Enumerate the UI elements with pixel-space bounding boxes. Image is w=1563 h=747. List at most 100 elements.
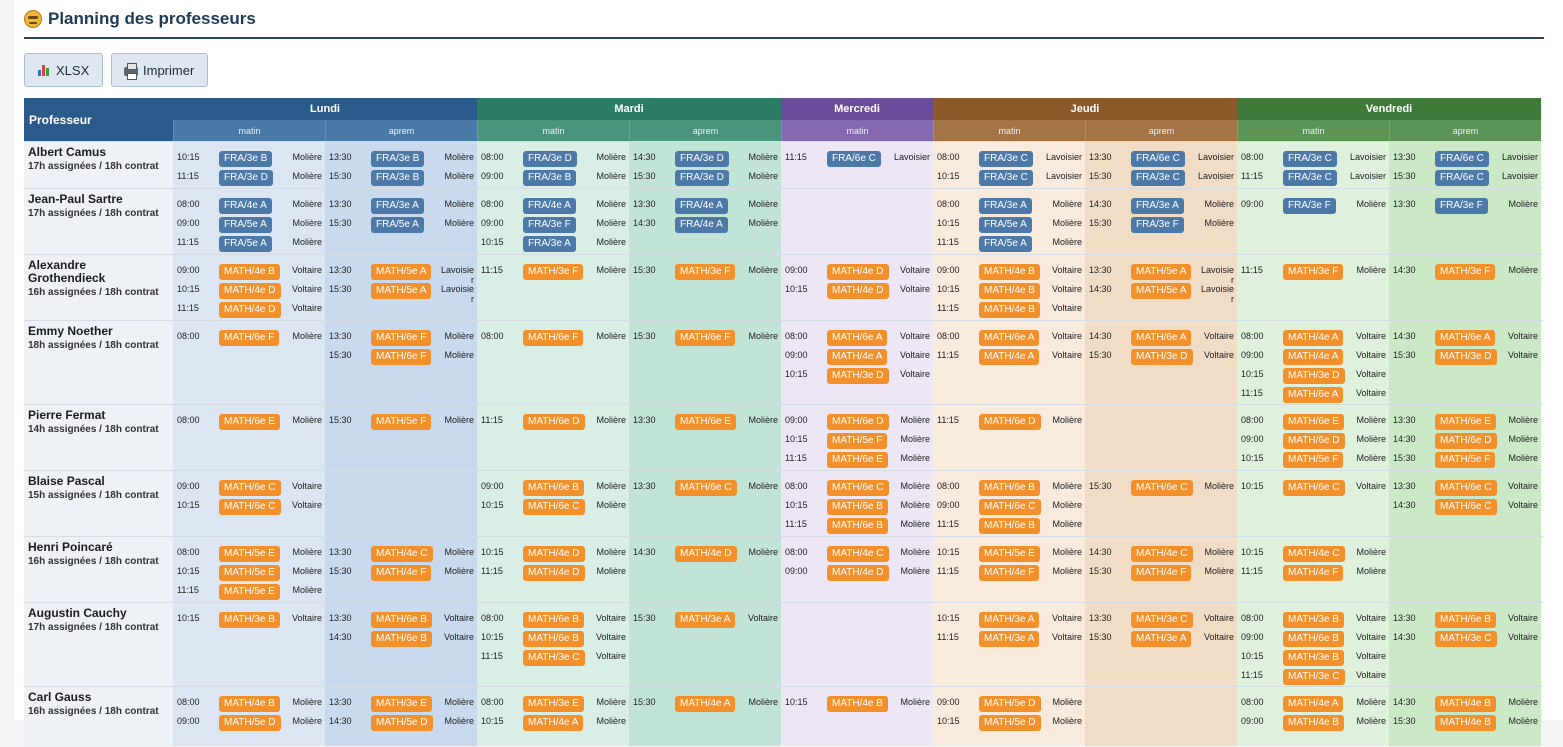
class-badge[interactable]: FRA/3e B (219, 151, 273, 167)
class-badge[interactable]: MATH/5e D (979, 696, 1041, 712)
class-badge[interactable]: MATH/4e D (827, 264, 889, 280)
class-badge[interactable]: MATH/4e B (219, 264, 280, 280)
class-badge[interactable]: MATH/6e B (371, 631, 432, 647)
class-badge[interactable]: FRA/6e C (827, 151, 881, 167)
class-badge[interactable]: MATH/6e A (979, 330, 1040, 346)
class-badge[interactable]: MATH/6e C (1435, 499, 1497, 515)
export-xlsx-button[interactable]: XLSX (24, 53, 103, 87)
class-badge[interactable]: FRA/4e A (675, 198, 728, 214)
class-badge[interactable]: FRA/4e A (219, 198, 272, 214)
class-badge[interactable]: MATH/5e E (979, 546, 1040, 562)
class-badge[interactable]: MATH/3e F (675, 264, 736, 280)
class-badge[interactable]: FRA/5e A (371, 217, 424, 233)
class-badge[interactable]: MATH/4e B (979, 264, 1040, 280)
class-badge[interactable]: MATH/6e B (979, 518, 1040, 534)
class-badge[interactable]: MATH/4e D (523, 546, 585, 562)
class-badge[interactable]: MATH/6e F (523, 330, 584, 346)
class-badge[interactable]: MATH/3e C (1435, 631, 1497, 647)
class-badge[interactable]: MATH/4e F (1131, 565, 1192, 581)
class-badge[interactable]: FRA/3e B (523, 170, 577, 186)
class-badge[interactable]: MATH/6e B (523, 612, 584, 628)
class-badge[interactable]: MATH/4e C (827, 546, 889, 562)
class-badge[interactable]: FRA/3e C (979, 151, 1033, 167)
class-badge[interactable]: FRA/3e D (219, 170, 273, 186)
class-badge[interactable]: MATH/6e B (979, 480, 1040, 496)
class-badge[interactable]: MATH/3e A (979, 612, 1040, 628)
class-badge[interactable]: MATH/4e D (827, 565, 889, 581)
class-badge[interactable]: MATH/4e A (1283, 330, 1344, 346)
class-badge[interactable]: MATH/5e E (219, 546, 280, 562)
class-badge[interactable]: FRA/6e C (1435, 170, 1489, 186)
class-badge[interactable]: MATH/3e B (219, 612, 280, 628)
class-badge[interactable]: MATH/6e B (827, 499, 888, 515)
class-badge[interactable]: MATH/6e F (371, 349, 432, 365)
class-badge[interactable]: MATH/5e A (371, 264, 432, 280)
class-badge[interactable]: FRA/3e F (1131, 217, 1184, 233)
class-badge[interactable]: MATH/6e A (1435, 330, 1496, 346)
class-badge[interactable]: MATH/3e D (1131, 349, 1193, 365)
class-badge[interactable]: FRA/3e B (371, 151, 425, 167)
class-badge[interactable]: FRA/5e A (979, 217, 1032, 233)
class-badge[interactable]: MATH/6e B (827, 518, 888, 534)
class-badge[interactable]: MATH/5e D (371, 715, 433, 731)
class-badge[interactable]: MATH/6e B (523, 480, 584, 496)
class-badge[interactable]: MATH/4e B (827, 696, 888, 712)
class-badge[interactable]: FRA/3e F (1283, 198, 1336, 214)
class-badge[interactable]: FRA/3e A (523, 236, 576, 252)
class-badge[interactable]: MATH/6e E (1435, 414, 1496, 430)
class-badge[interactable]: MATH/5e D (219, 715, 281, 731)
class-badge[interactable]: MATH/4e B (1435, 715, 1496, 731)
class-badge[interactable]: MATH/3e E (371, 696, 432, 712)
class-badge[interactable]: FRA/4e A (675, 217, 728, 233)
class-badge[interactable]: MATH/6e E (219, 414, 280, 430)
class-badge[interactable]: FRA/3e D (675, 151, 729, 167)
class-badge[interactable]: MATH/3e D (1283, 368, 1345, 384)
class-badge[interactable]: MATH/6e C (1283, 480, 1345, 496)
class-badge[interactable]: FRA/3e C (1283, 151, 1337, 167)
class-badge[interactable]: MATH/4e C (371, 546, 433, 562)
class-badge[interactable]: FRA/3e A (979, 198, 1032, 214)
class-badge[interactable]: MATH/3e C (1131, 612, 1193, 628)
class-badge[interactable]: MATH/6e A (1131, 330, 1192, 346)
class-badge[interactable]: FRA/3e A (1131, 198, 1184, 214)
class-badge[interactable]: FRA/3e B (371, 170, 425, 186)
class-badge[interactable]: MATH/6e E (675, 414, 736, 430)
print-button[interactable]: Imprimer (111, 53, 208, 87)
class-badge[interactable]: MATH/4e F (979, 565, 1040, 581)
class-badge[interactable]: MATH/6e D (979, 414, 1041, 430)
class-badge[interactable]: MATH/5e F (1435, 452, 1496, 468)
class-badge[interactable]: FRA/3e D (523, 151, 577, 167)
class-badge[interactable]: MATH/5e E (219, 584, 280, 600)
class-badge[interactable]: FRA/6e C (1131, 151, 1185, 167)
class-badge[interactable]: MATH/6e C (219, 499, 281, 515)
class-badge[interactable]: MATH/3e F (523, 264, 584, 280)
class-badge[interactable]: MATH/6e C (219, 480, 281, 496)
class-badge[interactable]: MATH/4e A (675, 696, 736, 712)
class-badge[interactable]: MATH/4e D (827, 283, 889, 299)
class-badge[interactable]: MATH/5e F (371, 414, 432, 430)
class-badge[interactable]: MATH/4e B (1435, 696, 1496, 712)
class-badge[interactable]: MATH/4e D (675, 546, 737, 562)
class-badge[interactable]: MATH/4e C (1283, 546, 1345, 562)
class-badge[interactable]: MATH/5e A (371, 283, 432, 299)
class-badge[interactable]: MATH/6e C (1435, 480, 1497, 496)
class-badge[interactable]: MATH/4e B (1283, 715, 1344, 731)
class-badge[interactable]: MATH/5e A (1131, 283, 1192, 299)
class-badge[interactable]: MATH/4e A (1283, 349, 1344, 365)
class-badge[interactable]: MATH/5e E (219, 565, 280, 581)
class-badge[interactable]: MATH/3e D (827, 368, 889, 384)
class-badge[interactable]: MATH/3e A (1131, 631, 1192, 647)
class-badge[interactable]: MATH/5e F (1283, 452, 1344, 468)
class-badge[interactable]: MATH/6e D (1435, 433, 1497, 449)
class-badge[interactable]: FRA/3e F (1435, 198, 1488, 214)
class-badge[interactable]: MATH/6e F (371, 330, 432, 346)
class-badge[interactable]: MATH/4e A (979, 349, 1040, 365)
class-badge[interactable]: MATH/3e B (1283, 650, 1344, 666)
class-badge[interactable]: MATH/5e D (979, 715, 1041, 731)
class-badge[interactable]: FRA/3e A (371, 198, 424, 214)
class-badge[interactable]: MATH/3e D (1435, 349, 1497, 365)
class-badge[interactable]: MATH/6e A (827, 330, 888, 346)
class-badge[interactable]: MATH/4e C (1131, 546, 1193, 562)
class-badge[interactable]: MATH/3e C (523, 650, 585, 666)
class-badge[interactable]: MATH/6e D (827, 414, 889, 430)
